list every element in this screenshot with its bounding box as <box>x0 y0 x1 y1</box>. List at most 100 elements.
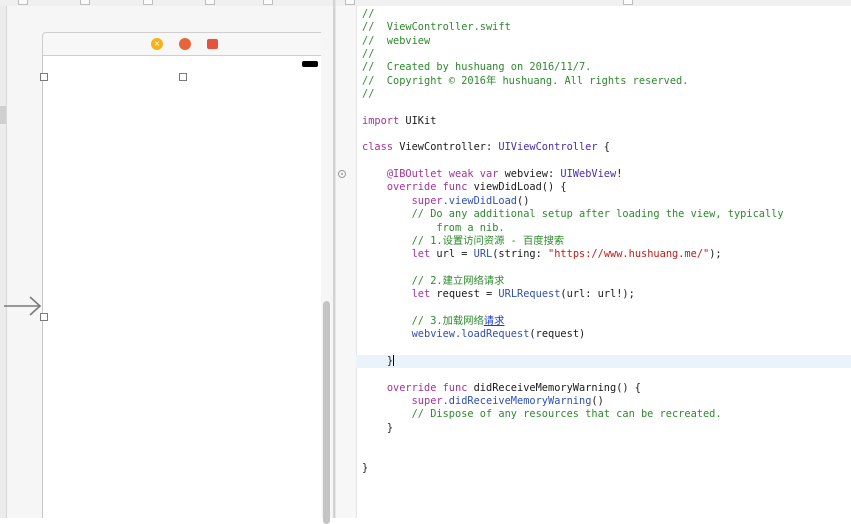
keyword: let <box>411 288 431 301</box>
code-editor[interactable]: //// ViewController.swift// webview//// … <box>336 6 851 518</box>
code-token: didReceiveMemoryWarning() { <box>467 381 641 394</box>
code-line: // webview <box>362 35 851 48</box>
keyword: class <box>362 141 393 154</box>
code-token: ); <box>709 248 722 261</box>
type-name: UIViewController <box>498 141 598 154</box>
text-caret <box>393 355 395 367</box>
keyword: override func <box>386 181 468 194</box>
comment: // Dispose of any resources that can be … <box>411 408 722 421</box>
comment: // Copyright © 2016年 hushuang. All right… <box>362 74 689 87</box>
code-line: // <box>362 8 851 21</box>
scene-dock: × <box>42 32 321 56</box>
attribute: @IBOutlet <box>386 168 443 181</box>
code-token: viewDidLoad() { <box>467 181 567 194</box>
comment: // <box>362 48 375 61</box>
code-line: // <box>362 48 851 61</box>
function-call: URL <box>473 248 493 261</box>
code-line: } <box>362 462 851 475</box>
code-text[interactable]: //// ViewController.swift// webview//// … <box>356 8 851 475</box>
code-line: // Dispose of any resources that can be … <box>362 408 851 421</box>
comment: // 3.加载网络 <box>411 314 484 327</box>
keyword: super <box>411 194 443 207</box>
comment: // <box>362 8 375 20</box>
toolbar-control[interactable] <box>143 0 153 5</box>
code-line: class ViewController: UIViewController { <box>362 141 851 154</box>
comment: // ViewController.swift <box>362 21 511 34</box>
code-line: import UIKit <box>362 115 851 128</box>
code-token: (url: url!); <box>560 288 635 301</box>
code-line: override func viewDidLoad() { <box>362 181 851 194</box>
code-token: ! <box>616 168 623 181</box>
code-line: // 3.加载网络请求 <box>362 315 851 328</box>
code-line: super.viewDidLoad() <box>362 195 851 208</box>
toolbar-control[interactable] <box>205 0 215 5</box>
canvas-scrollbar[interactable] <box>323 12 331 524</box>
comment: // webview <box>362 34 431 47</box>
comment: // Created by hushuang on 2016/11/7. <box>362 61 592 74</box>
comment: // <box>362 88 375 101</box>
code-line: super.didReceiveMemoryWarning() <box>362 395 851 408</box>
code-line: from a nib. <box>362 222 851 235</box>
variable: webview <box>411 328 456 341</box>
string-literal: "https://www.hushuang.me/" <box>548 248 710 261</box>
view-controller-icon[interactable]: × <box>151 38 163 50</box>
first-responder-icon[interactable] <box>179 38 191 50</box>
toolbar-control[interactable] <box>80 0 90 5</box>
comment: // 2.建立网络请求 <box>411 274 505 287</box>
function-call: .didReceiveMemoryWarning <box>442 394 592 407</box>
keyword: import <box>362 114 400 127</box>
code-token: (string: <box>492 248 549 261</box>
code-line: override func didReceiveMemoryWarning() … <box>362 382 851 395</box>
code-line: // Copyright © 2016年 hushuang. All right… <box>362 75 851 88</box>
code-token: UIKit <box>399 114 437 127</box>
resize-handle[interactable] <box>40 73 48 81</box>
code-token: url = <box>430 248 474 261</box>
code-token: (request) <box>529 328 586 341</box>
toolbar-control[interactable] <box>623 0 633 5</box>
code-token: () <box>591 394 604 407</box>
keyword: weak var <box>442 168 499 181</box>
code-line: } <box>362 422 851 435</box>
keyword: let <box>411 248 431 261</box>
code-line: // Do any additional setup after loading… <box>362 208 851 221</box>
keyword: override func <box>386 381 468 394</box>
code-line: let request = URLRequest(url: url!); <box>362 288 851 301</box>
resize-handle[interactable] <box>179 73 187 81</box>
code-token: } <box>386 421 394 434</box>
comment-link[interactable]: 请求 <box>484 315 505 327</box>
document-outline-edge <box>0 6 7 518</box>
toolbar-control[interactable] <box>263 0 273 5</box>
outlet-connection-icon[interactable] <box>338 170 346 178</box>
initial-view-controller-arrow-icon <box>4 296 42 316</box>
code-line: // ViewController.swift <box>362 21 851 34</box>
function-call: .loadRequest <box>455 328 530 341</box>
toolbar-control[interactable] <box>18 0 28 5</box>
canvas-scrollbar-thumb[interactable] <box>323 301 330 524</box>
code-token: ViewController: <box>393 141 499 154</box>
code-token: } <box>362 461 369 474</box>
code-line: @IBOutlet weak var webview: UIWebView! <box>362 168 851 181</box>
view-controller-scene[interactable] <box>42 56 321 518</box>
interface-builder-canvas[interactable]: × <box>0 6 333 524</box>
code-line: // 1.设置访问资源 - 百度搜索 <box>362 235 851 248</box>
code-line: // Created by hushuang on 2016/11/7. <box>362 61 851 74</box>
exit-icon[interactable] <box>207 39 218 49</box>
comment: // 1.设置访问资源 - 百度搜索 <box>411 234 565 247</box>
code-token: request = <box>430 288 499 301</box>
outline-selection <box>0 106 6 124</box>
code-token: { <box>597 141 610 154</box>
toolbar-control[interactable] <box>345 0 355 5</box>
function-call: URLRequest <box>498 288 561 301</box>
current-code-line: } <box>356 354 851 369</box>
battery-icon <box>302 61 318 67</box>
type-name: UIWebView <box>560 168 617 181</box>
code-line: webview.loadRequest(request) <box>362 328 851 341</box>
